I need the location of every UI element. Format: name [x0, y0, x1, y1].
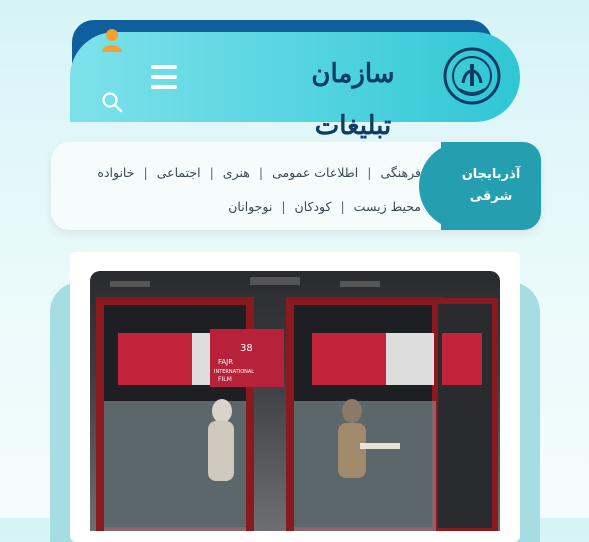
- poster-text-2: FAJR: [218, 358, 233, 366]
- news-photo[interactable]: 38 FAJR INTERNATIONAL FILM: [90, 271, 500, 531]
- menu-icon[interactable]: [151, 65, 177, 91]
- category-link-social[interactable]: اجتماعی: [157, 165, 201, 180]
- search-icon[interactable]: [101, 91, 123, 113]
- poster-text-4: FILM: [218, 376, 232, 383]
- category-link-children[interactable]: کودکان: [295, 199, 332, 214]
- category-link-environment[interactable]: محیط زیست: [354, 199, 421, 214]
- category-row-1: فرهنگی|اطلاعات عمومی|هنری|اجتماعی|خانواد…: [97, 165, 421, 180]
- region-label[interactable]: آذربایجان شرقی: [441, 142, 541, 230]
- category-link-culture[interactable]: فرهنگی: [380, 165, 421, 180]
- emblem-logo[interactable]: [443, 47, 501, 105]
- poster-text-3: INTERNATIONAL: [214, 369, 254, 375]
- category-link-general-info[interactable]: اطلاعات عمومی: [272, 165, 358, 180]
- user-icon[interactable]: [101, 28, 123, 52]
- category-link-teens[interactable]: نوجوانان: [228, 199, 272, 214]
- category-links: فرهنگی|اطلاعات عمومی|هنری|اجتماعی|خانواد…: [91, 156, 421, 224]
- category-row-2: محیط زیست|کودکان|نوجوانان: [228, 199, 421, 214]
- category-link-art[interactable]: هنری: [223, 165, 250, 180]
- region-name: آذربایجان شرقی: [461, 167, 521, 204]
- news-photo-illustration: 38 FAJR INTERNATIONAL FILM: [96, 277, 498, 531]
- site-logo-text[interactable]: سازمان تبلیغات اسلامی: [278, 48, 428, 193]
- category-card: آذربایجان شرقی فرهنگی|اطلاعات عمومی|هنری…: [51, 142, 541, 230]
- category-link-family[interactable]: خانواده: [97, 165, 134, 180]
- poster-text-1: 38: [240, 343, 253, 354]
